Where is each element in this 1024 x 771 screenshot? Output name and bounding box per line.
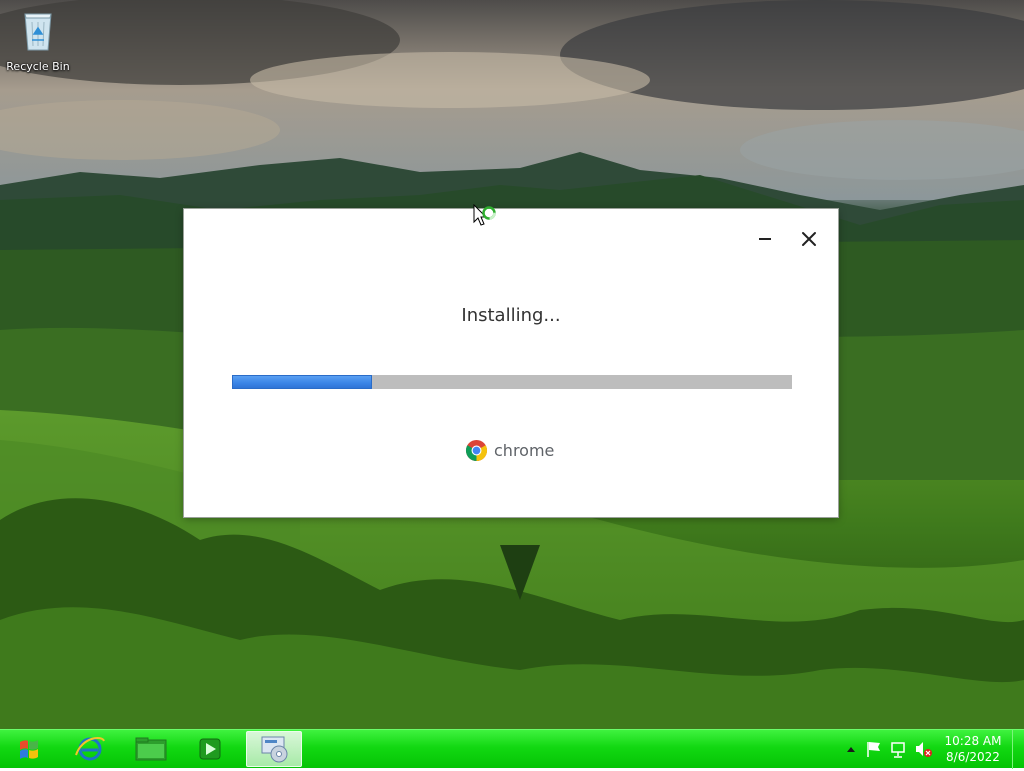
volume-muted-icon[interactable] bbox=[916, 742, 932, 757]
recycle-bin-label: Recycle Bin bbox=[6, 60, 70, 73]
chrome-logo-icon bbox=[465, 439, 488, 461]
action-center-flag-icon[interactable] bbox=[867, 742, 880, 757]
taskbar-file-explorer[interactable] bbox=[122, 731, 178, 767]
busy-cursor-icon bbox=[473, 204, 496, 226]
recycle-bin-icon bbox=[24, 13, 52, 51]
install-progress-bar bbox=[232, 375, 792, 389]
windows-logo-icon bbox=[20, 740, 38, 759]
desktop-icon-recycle-bin[interactable]: Recycle Bin bbox=[4, 6, 72, 73]
chrome-installer-dialog: Installing... chrome bbox=[184, 209, 838, 517]
internet-explorer-icon bbox=[75, 737, 105, 761]
media-player-icon bbox=[199, 738, 221, 760]
show-desktop-button[interactable] bbox=[1012, 730, 1024, 769]
show-hidden-icons-chevron[interactable] bbox=[847, 747, 855, 752]
taskbar-media-player[interactable] bbox=[182, 731, 238, 767]
chrome-brand: chrome bbox=[465, 438, 554, 462]
setup-installer-icon bbox=[261, 736, 288, 763]
start-button[interactable] bbox=[6, 732, 50, 766]
chrome-brand-name: chrome bbox=[494, 440, 555, 460]
taskbar: 10:28 AM 8/6/2022 bbox=[0, 729, 1024, 769]
taskbar-internet-explorer[interactable] bbox=[62, 731, 118, 767]
network-icon[interactable] bbox=[891, 742, 905, 758]
taskbar-setup-installer[interactable] bbox=[246, 731, 302, 767]
install-progress-fill bbox=[232, 375, 372, 389]
clock-date: 8/6/2022 bbox=[946, 750, 1000, 764]
install-status-text: Installing... bbox=[461, 305, 561, 326]
minimize-button[interactable] bbox=[756, 229, 776, 249]
clock-time: 10:28 AM bbox=[944, 734, 1002, 748]
taskbar-clock[interactable]: 10:28 AM 8/6/2022 bbox=[942, 733, 1004, 765]
file-explorer-icon bbox=[135, 737, 167, 761]
system-tray bbox=[847, 742, 932, 758]
close-button[interactable] bbox=[798, 228, 820, 250]
